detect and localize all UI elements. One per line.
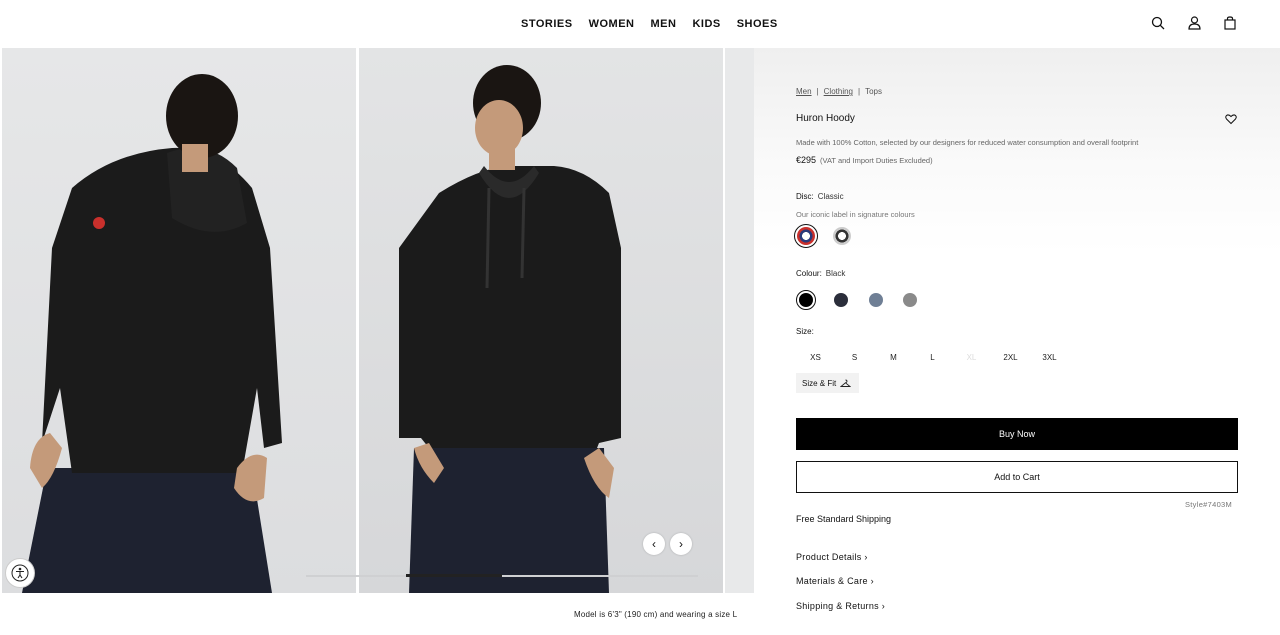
gallery-progress-bar [406, 574, 502, 577]
chevron-right-icon: › [881, 601, 886, 611]
size-xs[interactable]: XS [796, 353, 835, 362]
tax-note: (VAT and Import Duties Excluded) [820, 156, 933, 165]
product-title: Huron Hoody [796, 113, 855, 124]
add-to-cart-button[interactable]: Add to Cart [796, 461, 1238, 493]
size-fit-button[interactable]: Size & Fit [796, 373, 859, 393]
bag-icon[interactable] [1222, 14, 1238, 32]
colour-swatch-blue[interactable] [866, 290, 886, 310]
product-photo-back[interactable] [2, 48, 356, 593]
style-number: Style#7403M [1185, 500, 1233, 509]
size-2xl[interactable]: 2XL [991, 353, 1030, 362]
chevron-right-icon: › [870, 576, 874, 586]
swatch-dot [799, 293, 813, 307]
chevron-left-icon: ‹ [652, 537, 656, 551]
accessibility-icon [11, 564, 29, 582]
size-label: Size: [796, 327, 814, 336]
size-selector: XS S M L XL 2XL 3XL [796, 353, 1069, 362]
disc-monochrome-icon [833, 227, 851, 245]
colour-label-text: Colour: [796, 269, 822, 278]
colour-swatch-navy[interactable] [831, 290, 851, 310]
nav-men[interactable]: MEN [650, 18, 676, 30]
nav-kids[interactable]: KIDS [692, 18, 720, 30]
product-price: €295 (VAT and Import Duties Excluded) [796, 155, 933, 165]
size-3xl[interactable]: 3XL [1030, 353, 1069, 362]
shipping-info: Free Standard Shipping [796, 514, 892, 524]
nav-stories[interactable]: STORIES [521, 18, 573, 30]
breadcrumb-separator: | [816, 87, 819, 96]
disc-value: Classic [817, 192, 844, 201]
colour-value: Black [825, 269, 846, 278]
breadcrumb-separator: | [858, 87, 861, 96]
disc-classic-icon [797, 227, 815, 245]
wishlist-heart-icon[interactable] [1225, 112, 1237, 125]
colour-swatch-grey[interactable] [900, 290, 920, 310]
accordion-label: Shipping & Returns [796, 601, 879, 611]
disc-label: Disc: Classic [796, 192, 844, 201]
nav-women[interactable]: WOMEN [589, 18, 635, 30]
product-photo-front[interactable] [359, 48, 723, 593]
disc-label-text: Disc: [796, 192, 814, 201]
buy-now-button[interactable]: Buy Now [796, 418, 1238, 450]
breadcrumb: Men | Clothing | Tops [796, 87, 882, 96]
accordion-label: Materials & Care [796, 576, 868, 586]
size-fit-label: Size & Fit [802, 378, 837, 388]
chevron-right-icon: › [679, 537, 683, 551]
breadcrumb-clothing[interactable]: Clothing [824, 87, 853, 96]
swatch-dot [903, 293, 917, 307]
product-panel: Men | Clothing | Tops Huron Hoody Made w… [754, 48, 1280, 635]
price-value: €295 [796, 155, 817, 165]
breadcrumb-tops: Tops [865, 87, 882, 96]
accordion-materials-care[interactable]: Materials & Care › [796, 576, 874, 586]
product-gallery: ‹ › [2, 48, 754, 593]
gallery-next-button[interactable]: › [670, 533, 692, 555]
disc-option-monochrome[interactable] [830, 224, 854, 248]
accordion-label: Product Details [796, 552, 862, 562]
account-icon[interactable] [1186, 14, 1202, 32]
accessibility-button[interactable] [5, 558, 35, 588]
top-nav: STORIES WOMEN MEN KIDS SHOES [0, 0, 1280, 48]
gallery-progress [306, 574, 698, 577]
breadcrumb-men[interactable]: Men [796, 87, 812, 96]
size-m[interactable]: M [874, 353, 913, 362]
chevron-right-icon: › [864, 552, 868, 562]
accordion-shipping-returns[interactable]: Shipping & Returns › [796, 601, 885, 611]
size-s[interactable]: S [835, 353, 874, 362]
swatch-dot [834, 293, 848, 307]
disc-subtitle: Our iconic label in signature colours [796, 210, 915, 219]
product-description: Made with 100% Cotton, selected by our d… [796, 138, 1139, 147]
size-l[interactable]: L [913, 353, 952, 362]
model-caption: Model is 6'3" (190 cm) and wearing a siz… [574, 610, 738, 619]
hanger-icon [840, 379, 852, 387]
colour-swatch-black[interactable] [796, 290, 816, 310]
colour-label: Colour: Black [796, 269, 845, 278]
main-menu: STORIES WOMEN MEN KIDS SHOES [521, 18, 778, 30]
size-xl-unavailable[interactable]: XL [952, 353, 991, 362]
disc-option-classic[interactable] [794, 224, 818, 248]
nav-shoes[interactable]: SHOES [737, 18, 778, 30]
accordion-product-details[interactable]: Product Details › [796, 552, 868, 562]
swatch-dot [869, 293, 883, 307]
search-icon[interactable] [1150, 14, 1166, 32]
product-photo-next[interactable] [725, 48, 754, 593]
gallery-prev-button[interactable]: ‹ [643, 533, 665, 555]
